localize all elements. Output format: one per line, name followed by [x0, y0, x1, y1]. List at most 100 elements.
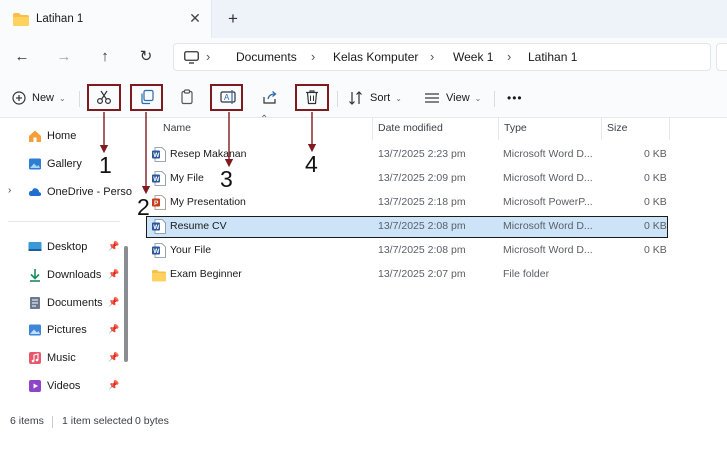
chevron-right-icon: › [206, 49, 211, 64]
column-divider[interactable] [372, 118, 373, 140]
column-header-date[interactable]: Date modified [378, 122, 443, 134]
back-arrow-icon[interactable]: ← [9, 45, 35, 69]
file-row[interactable]: Exam Beginner 13/7/2025 2:07 pm File fol… [146, 264, 668, 286]
close-icon[interactable]: ✕ [186, 9, 204, 27]
new-tab-icon[interactable]: + [222, 8, 244, 30]
annotation-number-2: 2 [137, 194, 150, 220]
column-divider[interactable] [601, 118, 602, 140]
sidebar-item-gallery[interactable]: Gallery [28, 155, 82, 173]
view-button-label: View [446, 92, 470, 104]
divider [52, 416, 53, 428]
pin-icon[interactable]: 📌 [108, 324, 119, 335]
word-document-icon: W [152, 219, 166, 234]
sort-button[interactable]: Sort ⌄ [348, 85, 402, 111]
tab-bar: Latihan 1 ✕ + [0, 0, 727, 38]
breadcrumb-week-1[interactable]: Week 1 [453, 50, 493, 64]
sidebar-item-documents[interactable]: Documents [28, 294, 103, 312]
file-name: My File [170, 172, 204, 184]
clipboard-icon [181, 89, 193, 105]
file-date: 13/7/2025 2:09 pm [378, 172, 466, 184]
view-button[interactable]: View ⌄ [424, 85, 481, 111]
file-row[interactable]: P My Presentation 13/7/2025 2:18 pm Micr… [146, 192, 668, 214]
column-divider[interactable] [498, 118, 499, 140]
chevron-down-icon: ⌄ [395, 93, 402, 103]
file-name: Your File [170, 244, 212, 256]
documents-icon [30, 297, 40, 309]
chevron-down-icon: ⌄ [59, 93, 66, 103]
share-button[interactable] [257, 85, 283, 109]
file-name: Resume CV [170, 220, 227, 232]
sidebar-scrollbar[interactable] [124, 246, 128, 362]
sidebar-item-label: Downloads [47, 269, 102, 281]
file-row[interactable]: W Your File 13/7/2025 2:08 pm Microsoft … [146, 240, 668, 262]
pin-icon[interactable]: 📌 [108, 241, 119, 252]
sidebar-item-downloads[interactable]: Downloads [28, 266, 101, 284]
computer-icon [184, 51, 199, 64]
home-icon [29, 130, 41, 142]
breadcrumb-latihan-1[interactable]: Latihan 1 [528, 50, 577, 64]
more-options-button[interactable]: ••• [507, 85, 523, 111]
breadcrumb-documents[interactable]: Documents [236, 50, 297, 64]
word-document-icon: W [152, 243, 166, 258]
column-header-type[interactable]: Type [504, 122, 527, 134]
pin-icon[interactable]: 📌 [108, 269, 119, 280]
annotation-number-3: 3 [220, 166, 233, 192]
column-header-size[interactable]: Size [607, 122, 627, 134]
status-bar: 6 items 1 item selected 0 bytes [0, 408, 727, 452]
music-icon [29, 352, 41, 364]
tab-latihan-1[interactable]: Latihan 1 ✕ [0, 0, 212, 38]
videos-icon [29, 380, 41, 392]
file-type: File folder [503, 268, 550, 280]
sidebar-item-desktop[interactable]: Desktop [28, 238, 87, 256]
word-document-icon: W [152, 147, 166, 162]
divider [337, 91, 338, 107]
selection-count: 1 item selected [62, 415, 133, 427]
sidebar-item-onedrive[interactable]: OneDrive - Perso [28, 183, 132, 201]
new-button[interactable]: New ⌄ [12, 85, 66, 111]
sort-ascending-icon: ⌃ [260, 114, 269, 125]
sidebar-item-home[interactable]: Home [28, 127, 76, 145]
sidebar-item-music[interactable]: Music [28, 349, 76, 367]
address-bar[interactable]: › Documents › Kelas Komputer › Week 1 › … [173, 43, 711, 71]
sidebar-item-label: Documents [47, 297, 103, 309]
file-date: 13/7/2025 2:23 pm [378, 148, 466, 160]
chevron-right-icon[interactable]: › [8, 185, 11, 196]
gallery-icon [29, 158, 41, 170]
powerpoint-document-icon: P [152, 195, 166, 210]
annotation-number-1: 1 [99, 152, 112, 178]
sidebar-item-label: Pictures [47, 324, 87, 336]
file-type: Microsoft Word D... [503, 220, 593, 232]
file-size: 0 KB [644, 220, 667, 232]
up-arrow-icon[interactable]: ↑ [92, 45, 118, 69]
file-date: 13/7/2025 2:08 pm [378, 244, 466, 256]
sidebar-item-label: OneDrive - Perso [47, 186, 132, 198]
column-header-name[interactable]: Name [163, 122, 191, 134]
divider [79, 91, 80, 107]
chevron-right-icon: › [311, 49, 316, 64]
sidebar-divider [8, 221, 120, 222]
file-row-selected[interactable]: W Resume CV 13/7/2025 2:08 pm Microsoft … [146, 216, 668, 238]
file-row[interactable]: W Resep Makanan 13/7/2025 2:23 pm Micros… [146, 144, 668, 166]
command-bar: New ⌄ A Sort ⌄ View ⌄ ••• [0, 76, 727, 118]
sidebar-item-label: Desktop [47, 241, 88, 253]
breadcrumb-kelas-komputer[interactable]: Kelas Komputer [333, 50, 418, 64]
file-date: 13/7/2025 2:18 pm [378, 196, 466, 208]
annotation-box-3 [210, 84, 243, 111]
sidebar-item-videos[interactable]: Videos [28, 377, 80, 395]
refresh-icon[interactable]: ↻ [133, 45, 159, 69]
forward-arrow-icon[interactable]: → [51, 45, 77, 69]
svg-text:W: W [153, 224, 160, 231]
pin-icon[interactable]: 📌 [108, 380, 119, 391]
pin-icon[interactable]: 📌 [108, 352, 119, 363]
annotation-box-2 [130, 84, 163, 111]
column-divider[interactable] [669, 118, 670, 140]
pin-icon[interactable]: 📌 [108, 297, 119, 308]
sort-button-label: Sort [370, 92, 391, 104]
paste-button[interactable] [174, 85, 200, 109]
sidebar-item-pictures[interactable]: Pictures [28, 321, 87, 339]
file-name: My Presentation [170, 196, 246, 208]
item-count: 6 items [10, 415, 44, 427]
word-document-icon: W [152, 171, 166, 186]
file-size: 0 KB [644, 172, 667, 184]
search-box[interactable] [716, 43, 727, 71]
